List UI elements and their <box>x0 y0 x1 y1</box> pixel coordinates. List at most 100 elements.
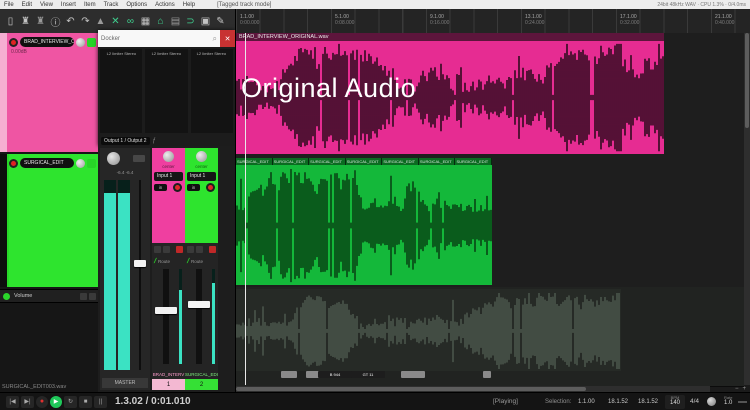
item-group-icon[interactable]: ▲ <box>94 15 107 28</box>
item-chip[interactable] <box>401 371 425 378</box>
stamp-tool-2-icon[interactable]: ♜ <box>34 15 47 28</box>
strip-pan-knob[interactable] <box>196 151 207 162</box>
split-item-label[interactable]: SURGICAL_EDIT <box>382 158 419 165</box>
track-panel-1[interactable]: BRAD_INTERVIEW_ORIG 0.00dB <box>0 33 98 152</box>
media-item-edit[interactable]: SURGICAL_EDITSURGICAL_EDITSURGICAL_EDITS… <box>236 158 492 285</box>
input-mode-button[interactable]: in <box>154 184 167 191</box>
item-chip[interactable] <box>483 371 491 378</box>
item-chip[interactable]: B 944 <box>318 371 352 378</box>
record-button[interactable]: ● <box>36 396 48 408</box>
master-strip[interactable]: -6.4 -6.4 MASTER <box>100 148 150 390</box>
split-item-label[interactable]: SURGICAL_EDIT <box>455 158 492 165</box>
item-chip[interactable] <box>281 371 297 378</box>
muted-lane[interactable]: B 944GT 11 <box>236 287 744 387</box>
record-arm-button[interactable] <box>9 38 18 47</box>
grid-icon[interactable]: ▦ <box>139 15 152 28</box>
input-selector[interactable]: Input 1 <box>154 172 183 181</box>
menu-file[interactable]: File <box>0 2 18 8</box>
input-mode-button[interactable]: in <box>187 184 200 191</box>
arrange-view[interactable]: 1.1.000:00.0005.1.000:08.0009.1.000:16.0… <box>235 9 750 392</box>
solo-button[interactable] <box>196 246 203 253</box>
split-item-label[interactable]: SURGICAL_EDIT <box>273 158 310 165</box>
envelope-mini-button[interactable] <box>89 293 96 300</box>
menu-track[interactable]: Track <box>100 2 123 8</box>
mixer-strip-track1[interactable]: center Input 1 in / Route <box>152 148 185 390</box>
master-fader-handle[interactable] <box>134 260 146 267</box>
track1-lane[interactable]: BRAD_INTERVIEW_ORIGINAL.wav Original Aud… <box>236 33 744 158</box>
menu-view[interactable]: View <box>36 2 57 8</box>
menu-item[interactable]: Item <box>80 2 100 8</box>
route-label[interactable]: Route <box>158 259 170 264</box>
track2-lane[interactable]: SURGICAL_EDITSURGICAL_EDITSURGICAL_EDITS… <box>236 157 744 288</box>
output-destination[interactable]: Output 1 / Output 2 <box>101 137 150 145</box>
selection-end[interactable]: 18.1.52 <box>608 399 628 405</box>
hscroll-thumb[interactable] <box>236 387 586 391</box>
track1-name[interactable]: BRAD_INTERVIEW_ORIG <box>20 37 74 47</box>
pan-knob[interactable] <box>76 159 85 168</box>
vscroll-thumb[interactable] <box>745 33 749 128</box>
strip-fader[interactable] <box>188 269 210 364</box>
menu-edit[interactable]: Edit <box>18 2 36 8</box>
envelope-mini-button[interactable] <box>80 293 87 300</box>
menu-options[interactable]: Options <box>122 2 151 8</box>
menu-actions[interactable]: Actions <box>151 2 179 8</box>
time-signature[interactable]: 4/4 <box>690 398 699 405</box>
track-panel-2[interactable]: SURGICAL_EDIT <box>0 154 98 287</box>
pause-button[interactable]: || <box>94 396 107 408</box>
play-button[interactable]: ▶ <box>50 396 62 408</box>
routing-column-2[interactable]: L2 limiter Stereo <box>145 49 187 133</box>
selection-start[interactable]: 1.1.00 <box>578 399 595 405</box>
master-fader[interactable] <box>133 180 147 370</box>
menu-help[interactable]: Help <box>179 2 199 8</box>
route-label[interactable]: Route <box>191 259 203 264</box>
vertical-scrollbar[interactable] <box>744 33 750 385</box>
split-item-label[interactable]: SURGICAL_EDIT <box>236 158 273 165</box>
record-arm-button[interactable] <box>173 183 182 192</box>
project-settings-icon[interactable]: ⓘ <box>49 15 62 28</box>
fader-handle[interactable] <box>155 307 177 314</box>
ripple-edit-icon[interactable]: ∞ <box>124 15 137 28</box>
edit-cursor[interactable] <box>245 33 246 385</box>
menu-insert[interactable]: Insert <box>57 2 80 8</box>
timeline-ruler[interactable]: 1.1.000:00.0005.1.000:08.0009.1.000:16.0… <box>236 9 750 34</box>
media-item-original[interactable]: BRAD_INTERVIEW_ORIGINAL.wav Original Aud… <box>236 33 664 154</box>
media-item-ghost[interactable] <box>236 289 621 371</box>
input-selector[interactable]: Input 1 <box>187 172 216 181</box>
fx-button[interactable] <box>154 246 161 253</box>
close-button[interactable]: ✕ <box>220 30 235 47</box>
mixer-strip-track2[interactable]: center Input 1 in / Route <box>185 148 218 390</box>
envelope-active-toggle[interactable] <box>3 293 10 300</box>
selection-length[interactable]: 18.1.52 <box>638 399 658 405</box>
stop-button[interactable]: ■ <box>79 396 92 408</box>
redo-icon[interactable]: ↷ <box>79 15 92 28</box>
master-pan-knob[interactable] <box>107 152 120 165</box>
playrate-knob[interactable] <box>707 397 716 406</box>
routing-column-1[interactable]: L2 limiter Stereo <box>100 49 142 133</box>
search-input[interactable]: Docker ⌕ <box>98 30 220 47</box>
bpm-box[interactable]: BPM 140 <box>665 395 685 409</box>
crossfade-icon[interactable]: ✕ <box>109 15 122 28</box>
split-item-label[interactable]: SURGICAL_EDIT <box>419 158 456 165</box>
rate-slider[interactable] <box>738 401 747 403</box>
bpm-value[interactable]: 140 <box>665 400 685 407</box>
fx-button[interactable] <box>187 246 194 253</box>
strip-fader[interactable] <box>155 269 177 364</box>
mute-button[interactable] <box>209 246 216 253</box>
routing-column-3[interactable]: L2 limiter Stereo <box>191 49 233 133</box>
stamp-tool-icon[interactable]: ♜ <box>19 15 32 28</box>
transport-time-readout[interactable]: 1.3.02 / 0:01.010 <box>115 396 191 407</box>
undo-icon[interactable]: ↶ <box>64 15 77 28</box>
record-arm-button[interactable] <box>206 183 215 192</box>
split-item-label[interactable]: SURGICAL_EDIT <box>346 158 383 165</box>
monitor-button[interactable] <box>87 38 96 47</box>
volume-envelope-lane[interactable]: Volume <box>0 289 98 303</box>
pan-knob[interactable] <box>76 38 85 47</box>
repeat-button[interactable]: ↻ <box>64 396 77 408</box>
item-chip[interactable]: GT 11 <box>351 371 385 378</box>
mute-button[interactable] <box>176 246 183 253</box>
strip-pan-knob[interactable] <box>163 151 174 162</box>
solo-button[interactable] <box>163 246 170 253</box>
split-item-label[interactable]: SURGICAL_EDIT <box>309 158 346 165</box>
fader-handle[interactable] <box>188 301 210 308</box>
record-arm-button[interactable] <box>9 159 18 168</box>
